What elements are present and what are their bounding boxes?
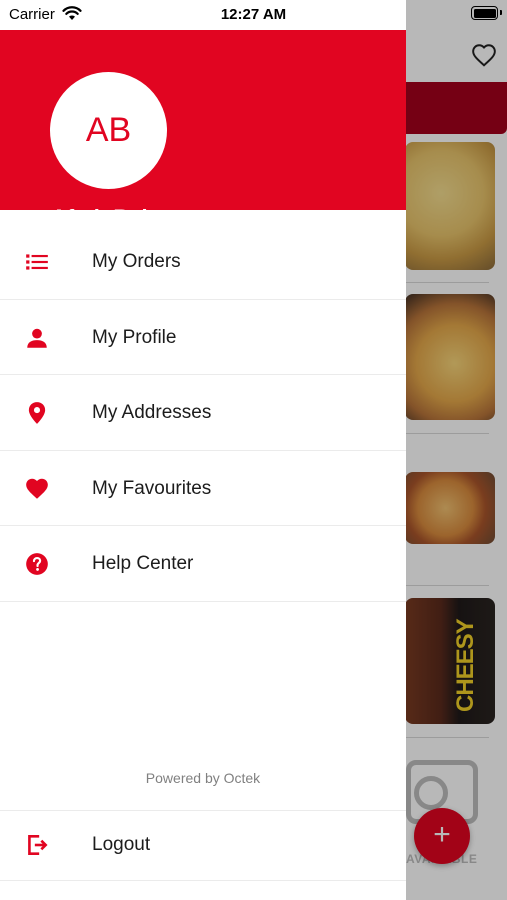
powered-by-text: Powered by Octek [145,770,261,786]
battery-cap [500,10,502,15]
navigation-drawer: AB Aftab Baig My Orders My Profile My Ad… [0,0,406,900]
menu-item-label: Help Center [92,553,194,574]
menu-item-my-favourites[interactable]: My Favourites [0,451,406,526]
battery-icon [471,6,498,20]
menu-item-label: My Addresses [92,402,212,423]
list-icon [24,249,50,275]
logout-button[interactable]: Logout [0,811,406,881]
logout-icon [24,832,50,858]
heart-icon [24,476,50,502]
drawer-header: AB Aftab Baig [0,30,406,230]
menu-item-my-orders[interactable]: My Orders [0,224,406,300]
menu-item-help-center[interactable]: Help Center [0,526,406,602]
logout-label: Logout [92,834,151,855]
menu-item-my-addresses[interactable]: My Addresses [0,375,406,451]
menu-item-label: My Profile [92,326,177,348]
menu-item-label: My Orders [92,251,181,272]
person-icon [24,325,50,351]
location-pin-icon [24,400,50,426]
drawer-menu: My Orders My Profile My Addresses My Fav… [0,224,406,602]
menu-item-label: My Favourites [92,477,212,499]
help-circle-icon [24,551,50,577]
status-bar: Carrier 12:27 AM [0,0,507,30]
clock: 12:27 AM [220,6,287,23]
menu-item-my-profile[interactable]: My Profile [0,300,406,375]
avatar[interactable]: AB [50,72,167,189]
